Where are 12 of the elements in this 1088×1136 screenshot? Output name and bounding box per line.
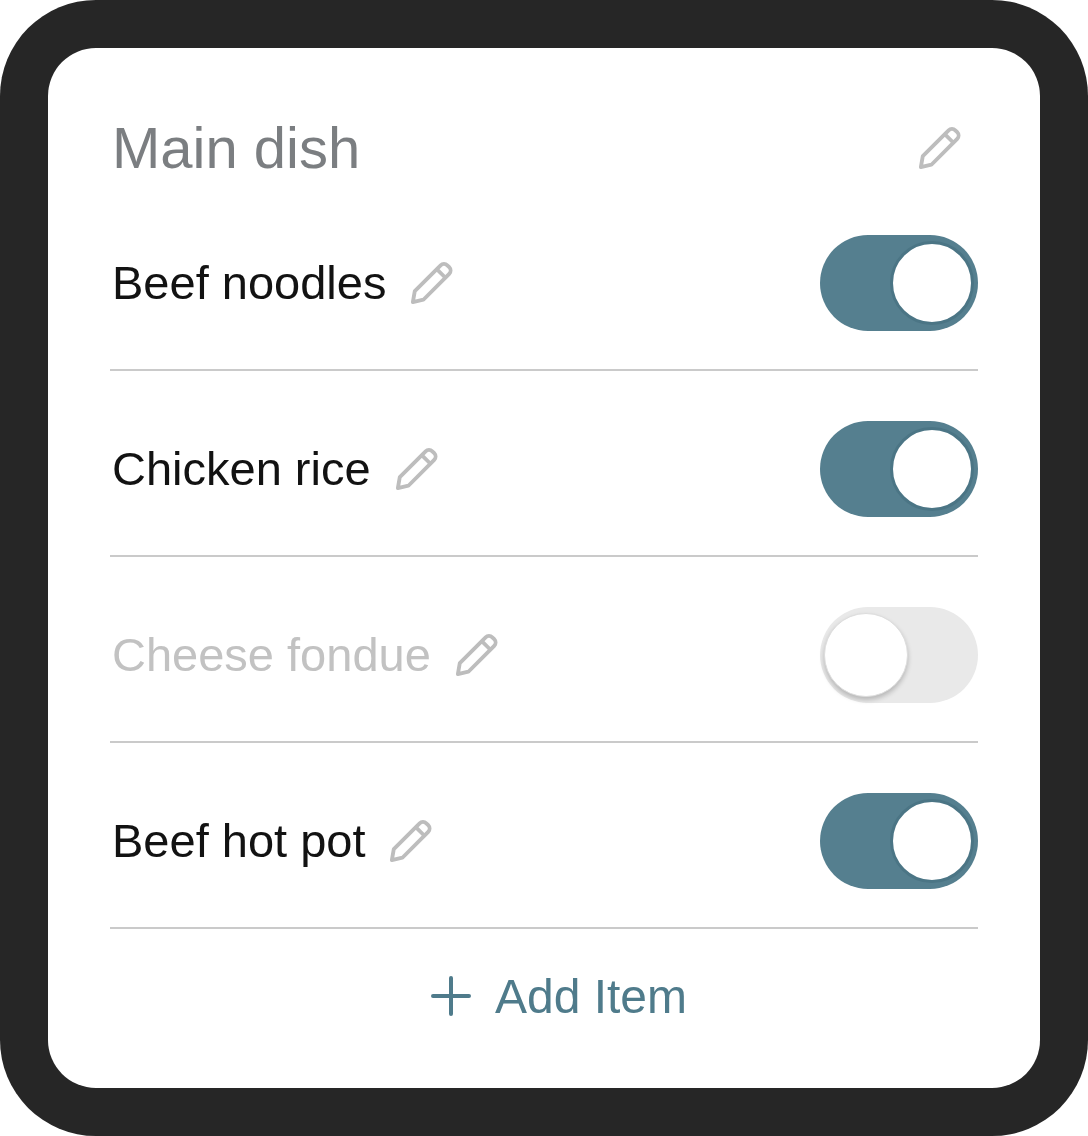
item-name: Beef noodles bbox=[112, 255, 387, 311]
pencil-icon[interactable] bbox=[454, 633, 499, 677]
add-item-button[interactable]: Add Item bbox=[426, 961, 692, 1031]
item-name: Chicken rice bbox=[112, 441, 371, 497]
pencil-icon[interactable] bbox=[918, 126, 962, 170]
plus-icon bbox=[430, 976, 471, 1016]
pencil-icon[interactable] bbox=[389, 819, 434, 863]
item-name: Beef hot pot bbox=[112, 813, 366, 869]
item-name: Cheese fondue bbox=[112, 627, 431, 683]
pencil-icon[interactable] bbox=[394, 447, 439, 491]
section-title: Main dish bbox=[112, 114, 361, 182]
pencil-icon[interactable] bbox=[410, 261, 455, 305]
